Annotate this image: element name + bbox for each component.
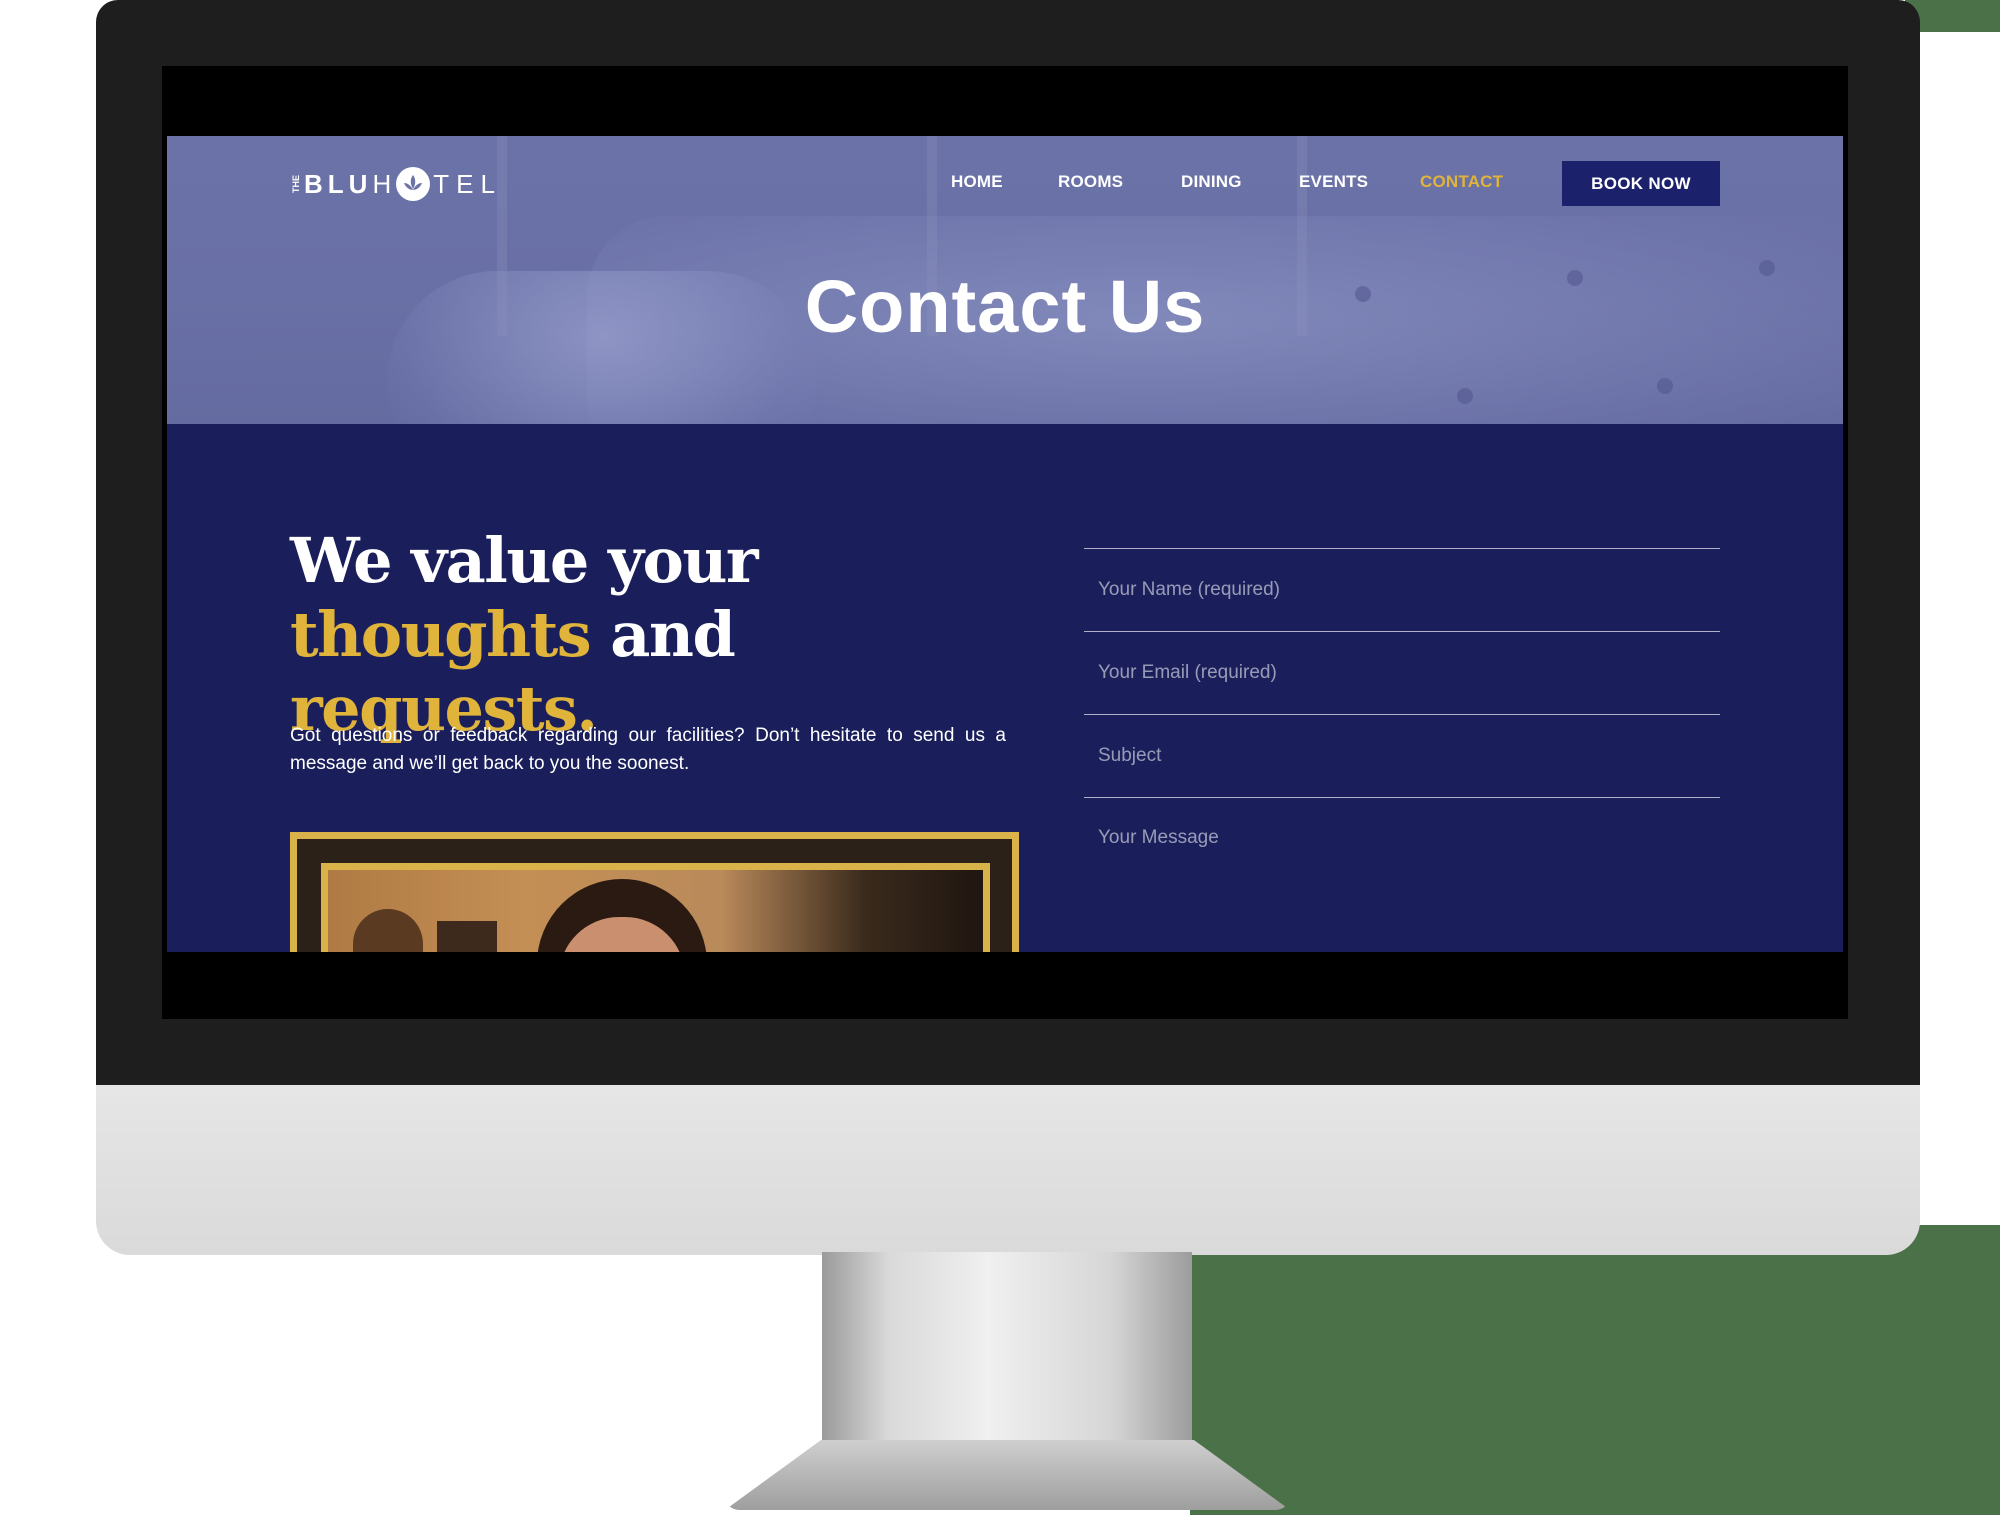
monitor-stand-foot [725,1440,1290,1510]
email-input[interactable] [1096,659,1700,687]
book-now-button[interactable]: BOOK NOW [1562,161,1720,206]
website-viewport: THE BLU H TEL HOME ROOMS DINING EVENTS C… [167,136,1843,952]
headline-word-thoughts: thoughts [290,598,592,671]
sofa-tuft [1657,378,1673,394]
logo-blu-text: BLU [304,168,373,199]
nav-item-dining[interactable]: DINING [1181,172,1242,192]
nav-item-events[interactable]: EVENTS [1299,172,1368,192]
monitor-stand-neck [822,1252,1192,1462]
message-field-row [1084,797,1720,952]
subject-field-row [1084,714,1720,797]
contact-intro-text: Got questions or feedback regarding our … [290,725,1006,774]
logo-tel-text: TEL [433,168,502,199]
headline-word-and: and [610,598,736,671]
name-input[interactable] [1096,576,1700,604]
staff-photo [290,832,1019,952]
contact-section: We value your thoughts and requests. Got… [167,424,1843,952]
background-green-area [1190,1225,2000,1515]
logo-the-text: THE [291,175,301,193]
page-title: Contact Us [804,265,1206,348]
monitor-chin [96,1085,1920,1255]
nav-item-contact[interactable]: CONTACT [1420,172,1503,192]
subject-input[interactable] [1096,742,1700,770]
site-logo[interactable]: THE BLU H TEL [291,162,502,206]
contact-headline: We value your thoughts and requests. [290,524,1050,746]
hero-banner: THE BLU H TEL HOME ROOMS DINING EVENTS C… [167,136,1843,424]
photo-inner-gold-frame [321,863,990,952]
logo-h-text: H [372,168,397,199]
nav-item-home[interactable]: HOME [951,172,1003,192]
headline-line-1: We value your [290,524,759,597]
message-textarea[interactable] [1096,825,1700,889]
name-field-row [1084,548,1720,631]
sofa-tuft [1457,388,1473,404]
nav-item-rooms[interactable]: ROOMS [1058,172,1123,192]
lotus-logo-icon [396,167,431,201]
email-field-row [1084,631,1720,714]
